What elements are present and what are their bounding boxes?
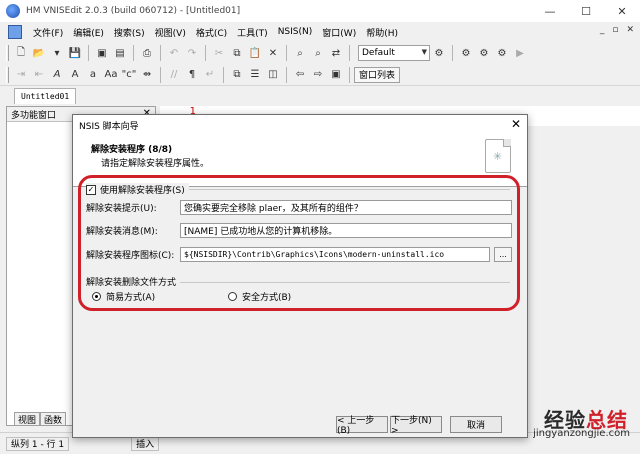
menu-view[interactable]: 视图(V): [150, 26, 191, 39]
menu-edit[interactable]: 编辑(E): [68, 26, 109, 39]
quote-icon[interactable]: "c": [120, 66, 138, 84]
next-window-icon[interactable]: ⇨: [309, 66, 327, 84]
chevron-down-icon: ▼: [421, 48, 427, 56]
window-title: HM VNISEdit 2.0.3 (build 060712) - [Unti…: [26, 6, 241, 16]
prev-window-icon[interactable]: ⇦: [291, 66, 309, 84]
dialog-title: NSIS 脚本向导: [79, 121, 139, 132]
tile-v-icon[interactable]: ◫: [264, 66, 282, 84]
cut-icon[interactable]: ✂: [210, 44, 228, 62]
window-titlebar: HM VNISEdit 2.0.3 (build 060712) - [Unti…: [0, 0, 640, 22]
menu-help[interactable]: 帮助(H): [361, 26, 403, 39]
compile-icon[interactable]: ⚙: [457, 44, 475, 62]
menu-format[interactable]: 格式(C): [191, 26, 232, 39]
settings-icon[interactable]: ⚙: [430, 44, 448, 62]
window-list-button[interactable]: 窗口列表: [354, 66, 401, 83]
minimize-button[interactable]: —: [532, 0, 568, 22]
toggle-case-icon[interactable]: Aa: [102, 66, 120, 84]
dropdown-arrow-icon[interactable]: ▾: [48, 44, 66, 62]
mdi-close-button[interactable]: ✕: [626, 25, 634, 35]
tab-view[interactable]: 视图: [14, 412, 41, 426]
close-file-icon[interactable]: ▤: [111, 44, 129, 62]
find-icon[interactable]: ⌕: [291, 44, 309, 62]
dialog-titlebar: NSIS 脚本向导 ✕: [73, 115, 527, 135]
panel-title: 多功能窗口: [11, 110, 57, 121]
new-file-icon[interactable]: 🗋: [12, 44, 30, 62]
document-tabs: Untitled01: [0, 87, 640, 104]
config-combo[interactable]: Default ▼: [358, 45, 430, 61]
replace-icon[interactable]: ⇄: [327, 44, 345, 62]
menu-window[interactable]: 窗口(W): [317, 26, 361, 39]
watermark-url: jingyanzongjie.com: [533, 428, 630, 439]
next-button[interactable]: 下一步(N) >: [390, 416, 442, 436]
tab-untitled01[interactable]: Untitled01: [14, 88, 77, 104]
copy-icon[interactable]: ⧉: [228, 44, 246, 62]
main-toolbar: 🗋 📂 ▾ 💾 ▣ ▤ ⎙ ↶ ↷ ✂ ⧉ 📋 ✕ ⌕ ⌕ ⇄ Default …: [0, 42, 640, 64]
print-icon[interactable]: ⎙: [138, 44, 156, 62]
panel-tabs: 视图 函数: [14, 412, 67, 426]
compile-run-icon[interactable]: ⚙: [475, 44, 493, 62]
cursor-position: 纵列 1 - 行 1: [6, 436, 70, 451]
mdi-restore-button[interactable]: ▫: [612, 25, 618, 35]
indent-icon[interactable]: ⇥: [12, 66, 30, 84]
find-next-icon[interactable]: ⌕: [309, 44, 327, 62]
cascade-icon[interactable]: ⧉: [228, 66, 246, 84]
save-all-icon[interactable]: ▣: [93, 44, 111, 62]
document-icon[interactable]: [8, 25, 22, 39]
cancel-button[interactable]: 取消: [450, 416, 502, 433]
header-subtitle: 请指定解除安装程序属性。: [101, 159, 210, 169]
redo-icon[interactable]: ↷: [183, 44, 201, 62]
dialog-close-button[interactable]: ✕: [511, 117, 521, 131]
menubar: 文件(F) 编辑(E) 搜索(S) 视图(V) 格式(C) 工具(T) NSIS…: [0, 22, 640, 42]
menu-tools[interactable]: 工具(T): [232, 26, 273, 39]
lowercase-icon[interactable]: a: [84, 66, 102, 84]
highlight-box: [78, 175, 520, 311]
maximize-button[interactable]: ☐: [568, 0, 604, 22]
config-combo-value: Default: [362, 48, 395, 58]
run-icon[interactable]: ▶: [511, 44, 529, 62]
wizard-document-icon: ✳: [485, 139, 511, 173]
build-icon[interactable]: ⚙: [493, 44, 511, 62]
mdi-minimize-button[interactable]: _: [600, 25, 605, 35]
tab-functions[interactable]: 函数: [40, 412, 67, 426]
watermark: 经验总结 jingyanzongjie.com: [506, 404, 636, 450]
open-folder-icon[interactable]: 📂: [30, 44, 48, 62]
insert-mode: 插入: [131, 436, 160, 451]
font-italic-a-icon[interactable]: A: [48, 66, 66, 84]
header-title: 解除安装程序 (8/8): [91, 145, 173, 155]
toolbar-grip[interactable]: [6, 45, 9, 61]
save-icon[interactable]: 💾: [66, 44, 84, 62]
outdent-icon[interactable]: ⇤: [30, 66, 48, 84]
delete-icon[interactable]: ✕: [264, 44, 282, 62]
wrap-icon[interactable]: ↵: [201, 66, 219, 84]
comment-icon[interactable]: //: [165, 66, 183, 84]
close-button[interactable]: ✕: [604, 0, 640, 22]
uppercase-icon[interactable]: A: [66, 66, 84, 84]
format-icon[interactable]: ⇴: [138, 66, 156, 84]
paste-icon[interactable]: 📋: [246, 44, 264, 62]
format-toolbar: ⇥ ⇤ A A a Aa "c" ⇴ // ¶ ↵ ⧉ ☰ ◫ ⇦ ⇨ ▣ 窗口…: [0, 64, 640, 86]
menu-search[interactable]: 搜索(S): [109, 26, 150, 39]
undo-icon[interactable]: ↶: [165, 44, 183, 62]
app-icon: [6, 4, 20, 18]
menu-file[interactable]: 文件(F): [28, 26, 68, 39]
close-window-icon[interactable]: ▣: [327, 66, 345, 84]
menu-nsis[interactable]: NSIS(N): [273, 27, 318, 37]
tile-h-icon[interactable]: ☰: [246, 66, 264, 84]
back-button[interactable]: < 上一步(B): [336, 416, 388, 436]
pilcrow-icon[interactable]: ¶: [183, 66, 201, 84]
toolbar-grip[interactable]: [6, 66, 9, 83]
